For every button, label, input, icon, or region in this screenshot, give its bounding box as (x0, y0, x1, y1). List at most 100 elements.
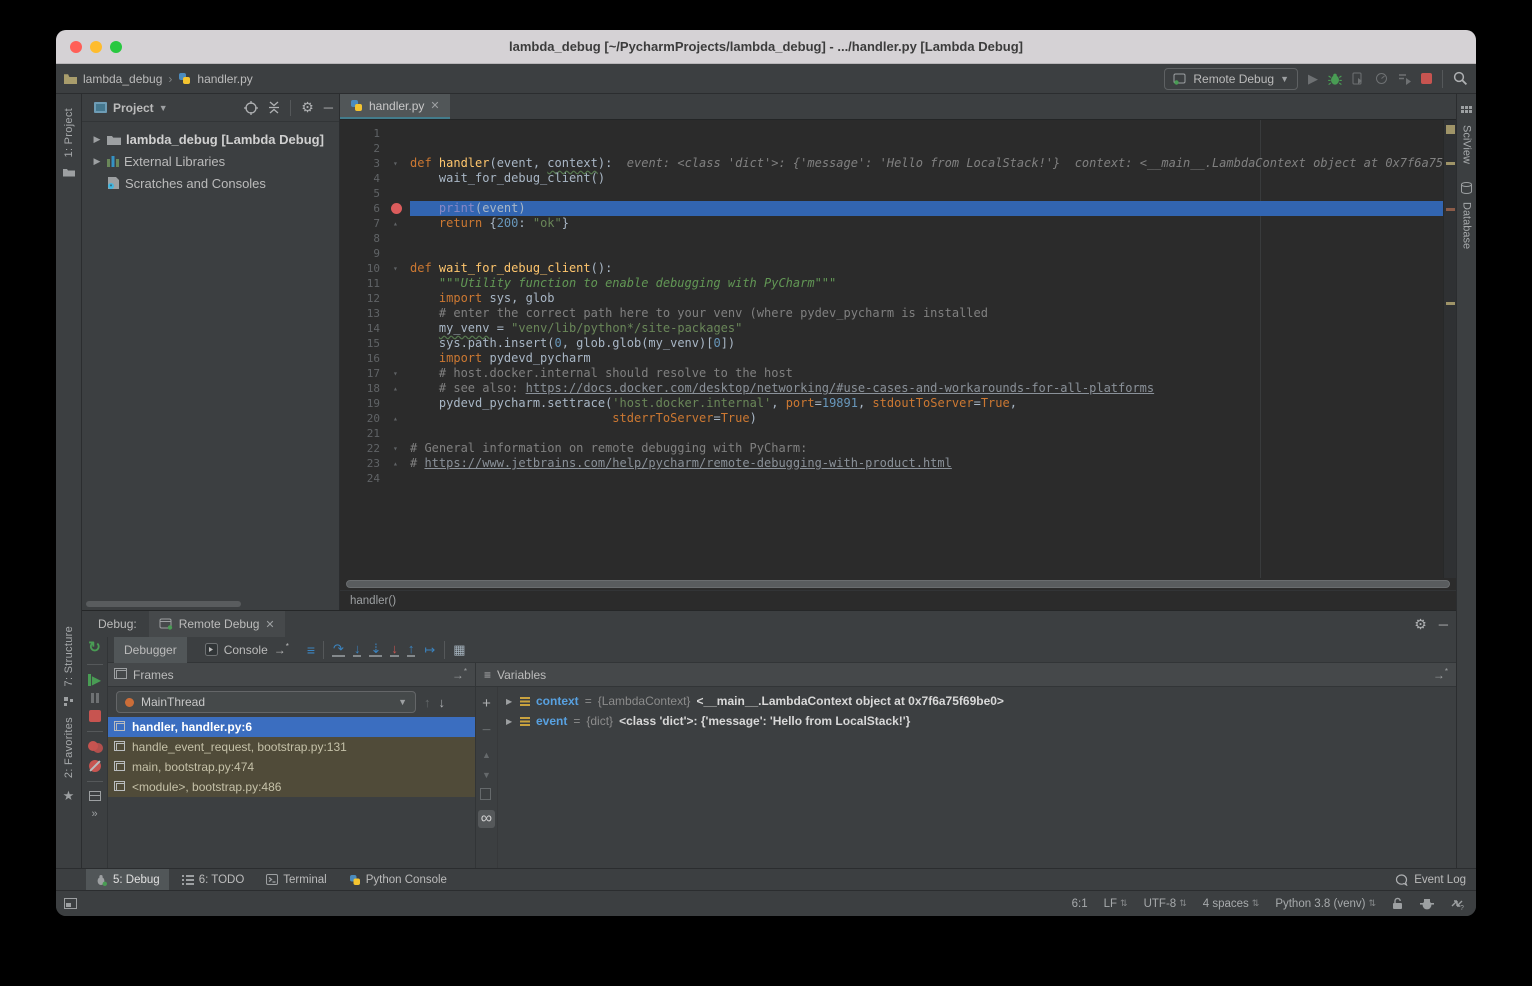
more-actions-button[interactable]: » (91, 808, 97, 820)
step-over-button[interactable]: ↷ (332, 642, 345, 657)
status-python-3-8--venv-[interactable]: Python 3.8 (venv)⇅ (1275, 898, 1376, 910)
run-to-cursor-button[interactable]: ↦ (423, 643, 436, 656)
remove-watch-button[interactable]: − (482, 722, 491, 740)
code-line-3[interactable]: 3▾def handler(event, context): event: <c… (340, 156, 1456, 171)
status-4-spaces[interactable]: 4 spaces⇅ (1203, 898, 1260, 910)
show-watches-toggle[interactable]: ∞ (478, 810, 495, 828)
tool-button-sciview[interactable]: SciView (1461, 125, 1473, 164)
tool-window-tab----debug[interactable]: 5: Debug (86, 869, 169, 891)
code-line-13[interactable]: 13 # enter the correct path here to your… (340, 306, 1456, 321)
step-into-my-code-button[interactable]: ⇣ (369, 642, 382, 657)
step-out-button[interactable]: ↑ (407, 642, 416, 657)
frame-row-3[interactable]: main, bootstrap.py:474 (108, 757, 475, 777)
code-line-7[interactable]: 7▴ return {200: "ok"} (340, 216, 1456, 231)
tool-window-toggle-icon[interactable] (64, 898, 77, 909)
code-line-14[interactable]: 14 my_venv = "venv/lib/python*/site-pack… (340, 321, 1456, 336)
fold-marker-icon[interactable]: ▴ (393, 381, 398, 396)
code-line-22[interactable]: 22▾# General information on remote debug… (340, 441, 1456, 456)
code-line-8[interactable]: 8 (340, 231, 1456, 246)
editor-tab-handler-py[interactable]: handler.py ✕ (340, 94, 450, 119)
tool-button-project[interactable]: 1: Project (63, 108, 75, 157)
restore-layout-button[interactable] (89, 791, 101, 801)
locate-file-icon[interactable] (244, 101, 258, 115)
debug-session-tab[interactable]: Remote Debug ✕ (149, 611, 285, 637)
tab-console[interactable]: Console →* (195, 637, 299, 663)
move-watch-down-button[interactable]: ▼ (482, 770, 491, 780)
variable-row-context[interactable]: ▶context={LambdaContext}<__main__.Lambda… (498, 691, 1456, 711)
project-tree-item-3[interactable]: Scratches and Consoles (82, 172, 339, 194)
run-button[interactable]: ▶ (1308, 71, 1318, 87)
run-configuration-select[interactable]: Remote Debug ▼ (1164, 68, 1298, 90)
code-line-9[interactable]: 9 (340, 246, 1456, 261)
code-line-2[interactable]: 2 (340, 141, 1456, 156)
code-line-15[interactable]: 15 sys.path.insert(0, glob.glob(my_venv)… (340, 336, 1456, 351)
show-execution-point-button[interactable]: ≡ (307, 642, 315, 658)
tool-button-favorites[interactable]: 2: Favorites (63, 717, 75, 778)
code-line-21[interactable]: 21 (340, 426, 1456, 441)
fold-marker-icon[interactable]: ▾ (393, 441, 398, 456)
gear-icon[interactable]: ⚙ (301, 99, 314, 116)
breadcrumb-file[interactable]: handler.py (197, 72, 252, 86)
step-into-button[interactable]: ↓ (353, 642, 362, 657)
project-panel-title[interactable]: Project (113, 101, 154, 115)
previous-frame-button[interactable]: ↑ (424, 695, 431, 710)
frame-row-1[interactable]: handler, handler.py:6 (108, 717, 475, 737)
status-utf-8[interactable]: UTF-8⇅ (1144, 898, 1187, 910)
lock-icon[interactable] (1392, 897, 1404, 910)
code-line-18[interactable]: 18▴ # see also: https://docs.docker.com/… (340, 381, 1456, 396)
evaluate-expression-button[interactable]: ▦ (453, 642, 465, 658)
editor-horizontal-scrollbar[interactable] (340, 578, 1456, 590)
frame-row-4[interactable]: <module>, bootstrap.py:486 (108, 777, 475, 797)
expand-arrow-icon[interactable]: ▶ (92, 156, 102, 167)
code-line-24[interactable]: 24 (340, 471, 1456, 486)
expand-arrow-icon[interactable]: ▶ (506, 697, 514, 706)
variable-row-event[interactable]: ▶event={dict}<class 'dict'>: {'message':… (498, 711, 1456, 731)
stop-button[interactable] (89, 710, 101, 722)
stop-button[interactable] (1421, 73, 1432, 84)
code-line-16[interactable]: 16 import pydevd_pycharm (340, 351, 1456, 366)
code-line-17[interactable]: 17▾ # host.docker.internal should resolv… (340, 366, 1456, 381)
code-line-23[interactable]: 23▴# https://www.jetbrains.com/help/pych… (340, 456, 1456, 471)
thread-select[interactable]: MainThread ▼ (116, 691, 416, 713)
rerun-button[interactable]: ↻ (88, 641, 101, 655)
fold-marker-icon[interactable]: ▾ (393, 261, 398, 276)
tool-window-tab----todo[interactable]: 6: TODO (173, 869, 254, 891)
breakpoint-icon[interactable] (391, 203, 402, 214)
expand-arrow-icon[interactable]: ▶ (92, 134, 102, 145)
status-lf[interactable]: LF⇅ (1104, 898, 1128, 910)
tab-debugger[interactable]: Debugger (114, 637, 187, 663)
code-line-12[interactable]: 12 import sys, glob (340, 291, 1456, 306)
move-watch-up-button[interactable]: ▲ (482, 750, 491, 760)
code-line-1[interactable]: 1 (340, 126, 1456, 141)
resume-button[interactable]: ▶ (88, 674, 101, 686)
pin-icon[interactable]: →* (1433, 667, 1448, 682)
hide-panel-icon[interactable]: ─ (324, 100, 333, 115)
fold-marker-icon[interactable]: ▴ (393, 456, 398, 471)
event-log-button[interactable]: Event Log (1395, 874, 1466, 886)
code-line-19[interactable]: 19 pydevd_pycharm.settrace('host.docker.… (340, 396, 1456, 411)
tool-window-tab-python-console[interactable]: Python Console (340, 869, 456, 891)
gear-icon[interactable]: ⚙ (1414, 616, 1427, 633)
breadcrumb-project[interactable]: lambda_debug (83, 72, 162, 86)
menu-icon[interactable]: ≡ (484, 668, 491, 682)
view-breakpoints-button[interactable] (88, 741, 102, 753)
pause-button[interactable] (91, 693, 99, 703)
close-icon[interactable]: ✕ (430, 99, 439, 112)
code-line-10[interactable]: 10▾def wait_for_debug_client(): (340, 261, 1456, 276)
code-line-20[interactable]: 20▴ stderrToServer=True) (340, 411, 1456, 426)
tool-window-tab-terminal[interactable]: Terminal (257, 869, 335, 891)
duplicate-watch-button[interactable] (482, 790, 491, 800)
scrollbar-thumb[interactable] (346, 580, 1450, 588)
close-icon[interactable]: ✕ (265, 618, 274, 631)
expand-arrow-icon[interactable]: ▶ (506, 717, 514, 726)
code-line-5[interactable]: 5 (340, 186, 1456, 201)
update-info-icon[interactable]: ? (1450, 897, 1464, 910)
hide-panel-icon[interactable]: ─ (1439, 617, 1448, 632)
force-step-into-button[interactable]: ↓ (390, 642, 399, 657)
chevron-down-icon[interactable]: ▼ (159, 103, 168, 113)
coverage-button[interactable] (1352, 72, 1365, 85)
fold-marker-icon[interactable]: ▾ (393, 366, 398, 381)
add-watch-button[interactable]: + (482, 695, 491, 712)
highlighting-level-icon[interactable] (1420, 898, 1434, 910)
code-line-11[interactable]: 11 """Utility function to enable debuggi… (340, 276, 1456, 291)
